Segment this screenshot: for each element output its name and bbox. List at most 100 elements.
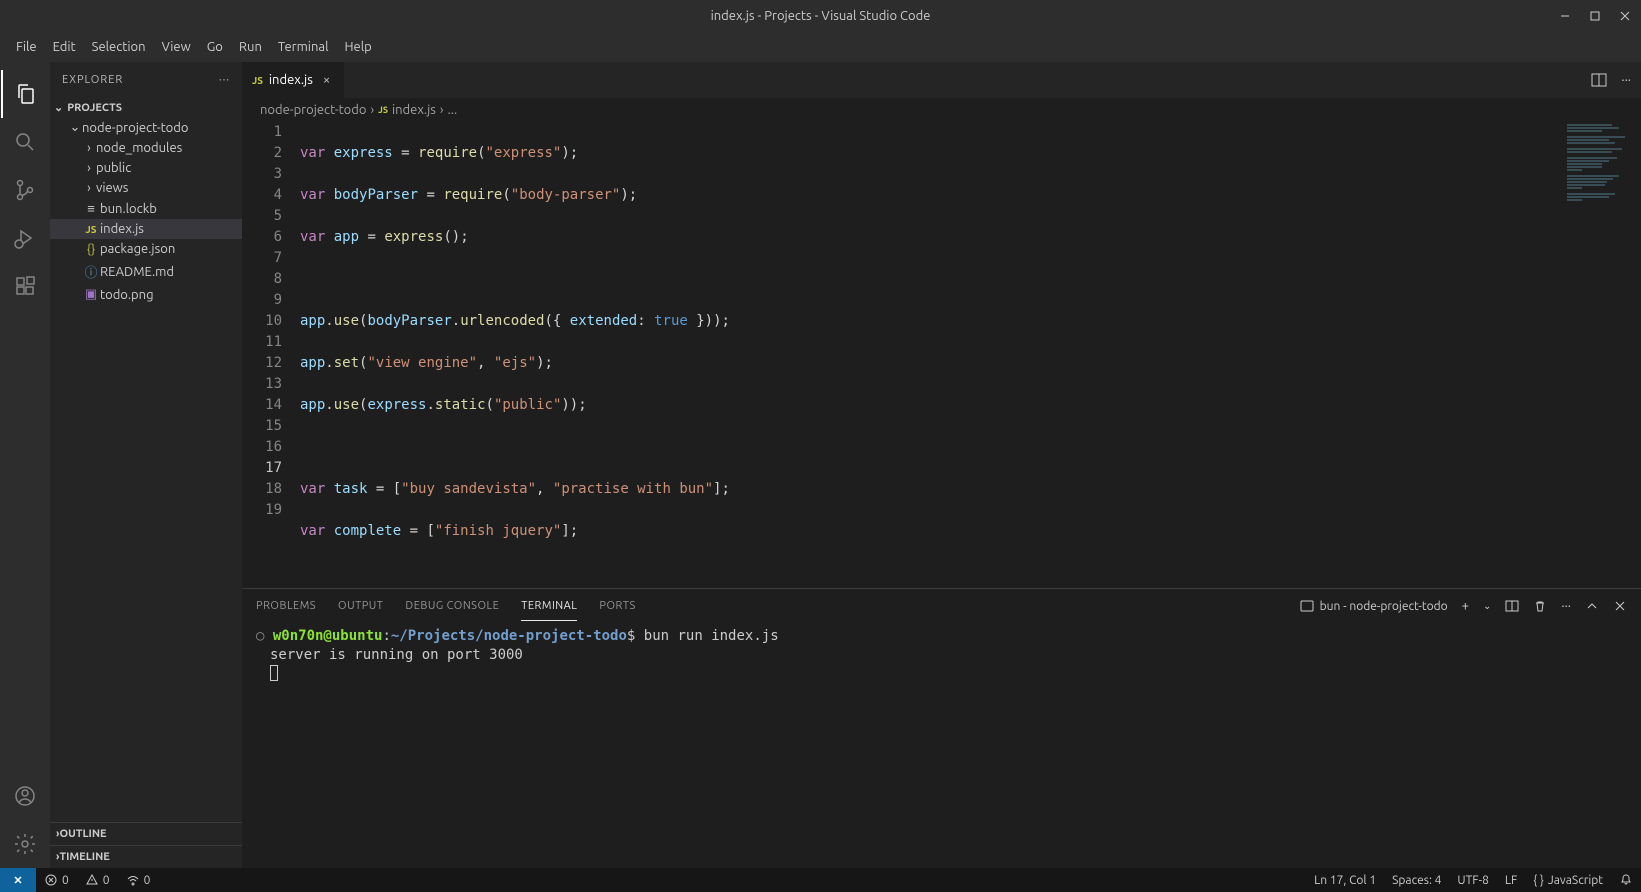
- new-terminal-icon[interactable]: +: [1462, 599, 1469, 613]
- activity-source-control[interactable]: [1, 166, 49, 214]
- terminal-content[interactable]: ○ w0n70n@ubuntu:~/Projects/node-project-…: [242, 623, 1641, 868]
- tab-bar: JS index.js × ···: [242, 62, 1641, 98]
- chevron-down-icon: ⌄: [54, 101, 63, 114]
- file-icon: ≡: [82, 201, 100, 216]
- sidebar: EXPLORER ··· ⌄ PROJECTS ⌄ node-project-t…: [50, 62, 242, 868]
- status-notifications-icon[interactable]: [1611, 873, 1641, 887]
- activity-search[interactable]: [1, 118, 49, 166]
- menu-run[interactable]: Run: [231, 40, 270, 54]
- menu-terminal[interactable]: Terminal: [270, 40, 337, 54]
- section-label: PROJECTS: [67, 102, 122, 114]
- split-terminal-icon[interactable]: [1505, 599, 1519, 613]
- status-cursor-position[interactable]: Ln 17, Col 1: [1306, 873, 1384, 887]
- menu-help[interactable]: Help: [336, 40, 379, 54]
- editor-area: JS index.js × ··· node-project-todo › JS…: [242, 62, 1641, 868]
- tree-file-index-js[interactable]: JS index.js: [50, 219, 242, 239]
- menu-selection[interactable]: Selection: [84, 40, 154, 54]
- terminal-dropdown-icon[interactable]: ⌄: [1483, 600, 1491, 612]
- split-editor-icon[interactable]: [1591, 72, 1607, 88]
- terminal-output: server is running on port 3000: [270, 647, 523, 663]
- status-eol[interactable]: LF: [1497, 873, 1525, 887]
- braces-icon: { }: [1533, 874, 1544, 887]
- panel-tab-debug[interactable]: DEBUG CONSOLE: [405, 592, 499, 620]
- terminal-shell-label[interactable]: bun - node-project-todo: [1300, 599, 1448, 613]
- tab-index-js[interactable]: JS index.js ×: [242, 62, 345, 98]
- file-label: todo.png: [100, 288, 154, 302]
- sidebar-section-projects[interactable]: ⌄ PROJECTS: [50, 98, 242, 117]
- terminal-user: w0n70n@ubuntu: [273, 628, 383, 644]
- status-warnings[interactable]: 0: [77, 873, 118, 887]
- window-title: index.js - Projects - Visual Studio Code: [711, 9, 931, 23]
- minimize-button[interactable]: [1557, 8, 1573, 24]
- chevron-right-icon: ›: [82, 161, 96, 175]
- activity-debug[interactable]: [1, 214, 49, 262]
- tree-file-readme[interactable]: ⓘ README.md: [50, 259, 242, 284]
- panel-tab-terminal[interactable]: TERMINAL: [521, 592, 577, 621]
- panel-close-icon[interactable]: [1613, 599, 1627, 613]
- breadcrumb-file[interactable]: JS index.js: [378, 103, 436, 117]
- status-right: Ln 17, Col 1 Spaces: 4 UTF-8 LF { } Java…: [1306, 873, 1641, 887]
- more-actions-icon[interactable]: ···: [1621, 73, 1631, 87]
- tree-folder-public[interactable]: › public: [50, 158, 242, 178]
- maximize-button[interactable]: [1587, 8, 1603, 24]
- sidebar-header: EXPLORER ···: [50, 62, 242, 98]
- panel: PROBLEMS OUTPUT DEBUG CONSOLE TERMINAL P…: [242, 588, 1641, 868]
- menu-edit[interactable]: Edit: [45, 40, 84, 54]
- tree-file-todo-png[interactable]: ▣ todo.png: [50, 284, 242, 305]
- terminal-path: ~/Projects/node-project-todo: [391, 628, 627, 644]
- status-errors[interactable]: 0: [36, 873, 77, 887]
- folder-label: public: [96, 161, 131, 175]
- panel-more-icon[interactable]: ···: [1561, 599, 1571, 613]
- close-button[interactable]: [1617, 8, 1633, 24]
- image-icon: ▣: [82, 287, 100, 302]
- code-content[interactable]: var express = require("express"); var bo…: [300, 122, 1641, 588]
- menu-file[interactable]: File: [8, 40, 45, 54]
- tree-file-package-json[interactable]: {} package.json: [50, 239, 242, 259]
- json-icon: {}: [82, 243, 100, 256]
- panel-tab-output[interactable]: OUTPUT: [338, 592, 383, 620]
- panel-tab-problems[interactable]: PROBLEMS: [256, 592, 316, 620]
- tree-folder-root[interactable]: ⌄ node-project-todo: [50, 117, 242, 138]
- status-indent[interactable]: Spaces: 4: [1384, 873, 1449, 887]
- editor-pane[interactable]: 12345678910111213141516171819 var expres…: [242, 122, 1641, 588]
- panel-tab-ports[interactable]: PORTS: [599, 592, 635, 620]
- status-ports[interactable]: 0: [118, 873, 159, 887]
- line-numbers: 12345678910111213141516171819: [242, 122, 300, 588]
- activity-account[interactable]: [1, 772, 49, 820]
- activity-explorer[interactable]: [1, 70, 49, 118]
- chevron-right-icon: ›: [371, 103, 375, 117]
- activity-settings[interactable]: [1, 820, 49, 868]
- menu-bar: File Edit Selection View Go Run Terminal…: [0, 32, 1641, 62]
- status-bar: 0 0 0 Ln 17, Col 1 Spaces: 4 UTF-8 LF { …: [0, 868, 1641, 892]
- chevron-right-icon: ›: [440, 103, 444, 117]
- tab-actions: ···: [1591, 62, 1641, 98]
- tab-close-icon[interactable]: ×: [319, 73, 334, 87]
- breadcrumb-more[interactable]: ...: [448, 103, 458, 117]
- title-bar: index.js - Projects - Visual Studio Code: [0, 0, 1641, 32]
- status-encoding[interactable]: UTF-8: [1449, 873, 1496, 887]
- menu-view[interactable]: View: [154, 40, 199, 54]
- tree-file-bun-lockb[interactable]: ≡ bun.lockb: [50, 198, 242, 219]
- breadcrumbs: node-project-todo › JS index.js › ...: [242, 98, 1641, 122]
- file-label: bun.lockb: [100, 202, 157, 216]
- sidebar-timeline[interactable]: › TIMELINE: [50, 845, 242, 868]
- menu-go[interactable]: Go: [199, 40, 231, 54]
- kill-terminal-icon[interactable]: [1533, 599, 1547, 613]
- breadcrumb-folder[interactable]: node-project-todo: [260, 103, 367, 117]
- panel-tabs: PROBLEMS OUTPUT DEBUG CONSOLE TERMINAL P…: [242, 589, 1641, 623]
- folder-label: views: [96, 181, 128, 195]
- info-icon: ⓘ: [82, 262, 100, 281]
- chevron-right-icon: ›: [82, 181, 96, 195]
- panel-maximize-icon[interactable]: [1585, 599, 1599, 613]
- main-container: EXPLORER ··· ⌄ PROJECTS ⌄ node-project-t…: [0, 62, 1641, 868]
- tree-folder-node-modules[interactable]: › node_modules: [50, 138, 242, 158]
- chevron-down-icon: ⌄: [68, 120, 82, 135]
- section-label: TIMELINE: [59, 851, 109, 863]
- status-remote-button[interactable]: [0, 868, 36, 892]
- sidebar-outline[interactable]: › OUTLINE: [50, 822, 242, 845]
- js-icon: JS: [82, 224, 100, 235]
- tree-folder-views[interactable]: › views: [50, 178, 242, 198]
- activity-extensions[interactable]: [1, 262, 49, 310]
- status-language[interactable]: { } JavaScript: [1525, 873, 1611, 887]
- sidebar-more-icon[interactable]: ···: [219, 74, 230, 86]
